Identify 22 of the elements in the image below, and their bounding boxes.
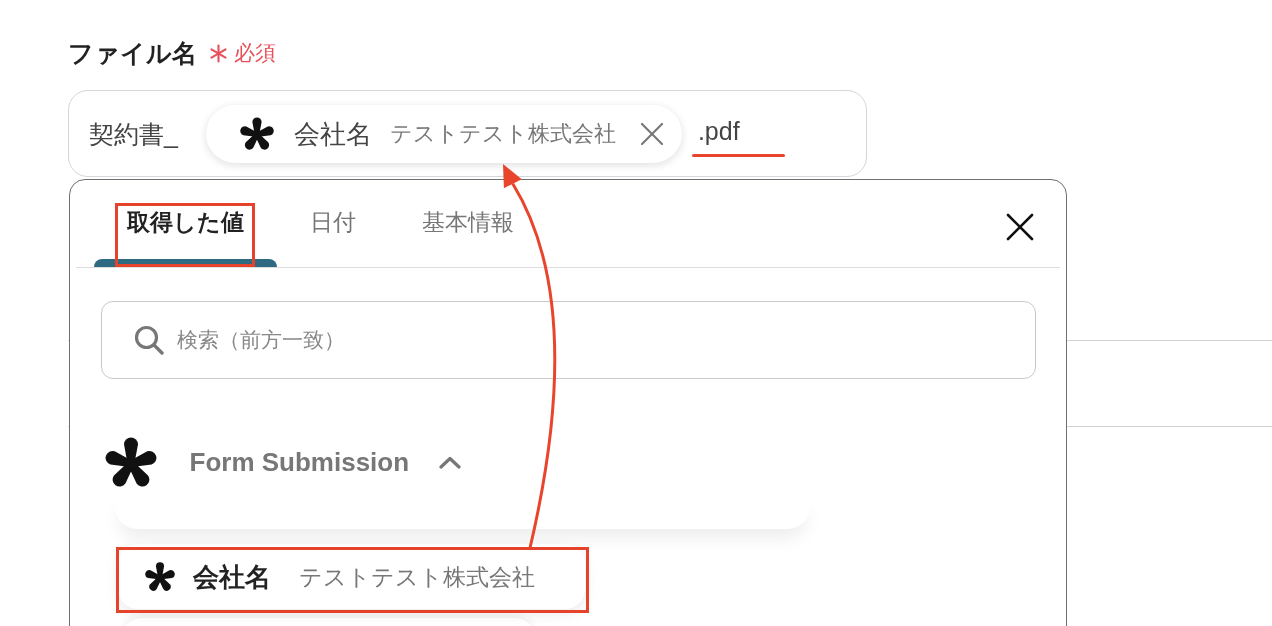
- asterisk-icon: [104, 437, 157, 487]
- field-label: ファイル名: [68, 38, 197, 69]
- search-field[interactable]: 検索（前方一致）: [100, 301, 1036, 379]
- variable-chip[interactable]: 会社名 テストテスト株式会社: [205, 104, 682, 163]
- item-value: テストテスト株式会社: [298, 562, 535, 592]
- tab[interactable]: 取得した値: [93, 187, 277, 267]
- tab[interactable]: 基本情報: [388, 187, 547, 267]
- filename-field[interactable]: 契約書_ 会社名 テストテスト株式会社 .pdf: [68, 90, 867, 177]
- field-text: 契約書_: [89, 118, 178, 150]
- required-label: 必須: [234, 40, 276, 66]
- item-label: 会社名: [192, 561, 271, 593]
- field-text: .pdf: [697, 116, 740, 146]
- search-icon: [133, 325, 164, 355]
- asterisk-icon: [239, 117, 274, 150]
- chip-label: 会社名: [293, 117, 372, 150]
- group-title[interactable]: Form Submission: [189, 446, 410, 478]
- list-item[interactable]: 会社名 テストテスト株式会社: [117, 544, 585, 609]
- close-icon[interactable]: [1006, 213, 1034, 241]
- chip-value: テストテスト株式会社: [389, 119, 616, 148]
- chevron-icon[interactable]: [439, 455, 462, 469]
- asterisk-icon: [144, 562, 175, 591]
- tab[interactable]: 日付: [276, 187, 389, 267]
